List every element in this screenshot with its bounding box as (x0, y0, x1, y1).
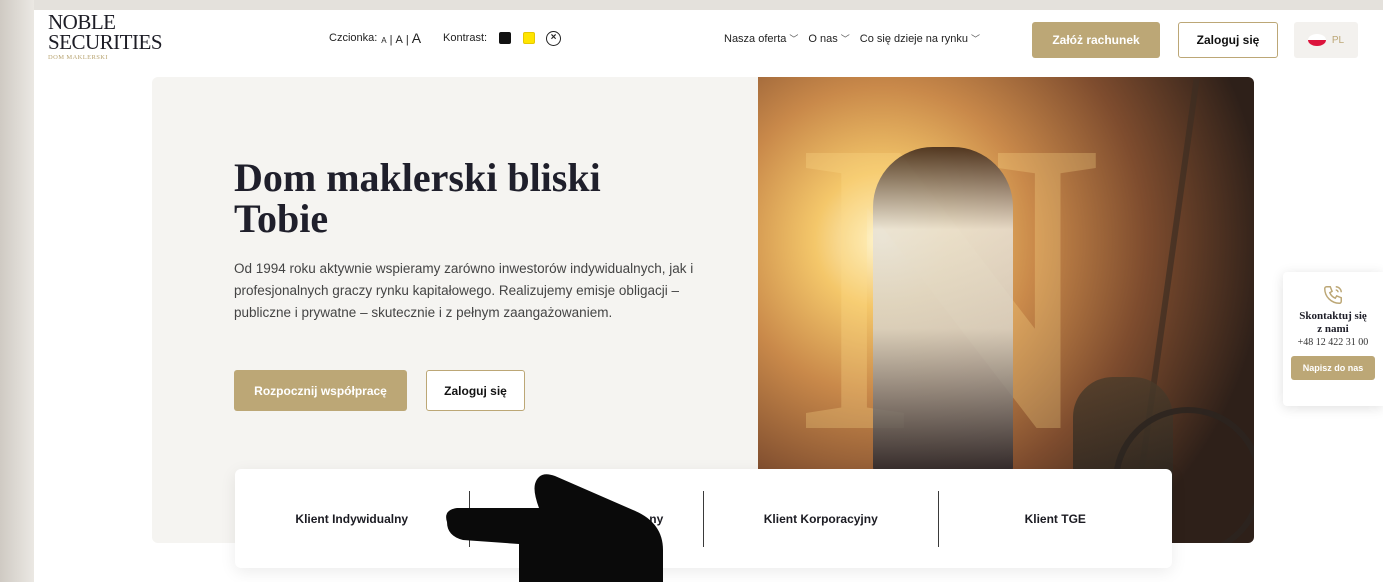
woman-figure (873, 147, 1013, 477)
contrast-black-button[interactable] (499, 32, 512, 44)
tab-corporate-client[interactable]: Klient Korporacyjny (703, 490, 938, 547)
phone-icon (1324, 286, 1342, 304)
page: NOBLE SECURITIES DOM MAKLERSKI Czcionka:… (34, 10, 1383, 582)
hero-description: Od 1994 roku aktywnie wspieramy zarówno … (234, 261, 694, 320)
contact-title-line2: z nami (1317, 323, 1349, 335)
main-nav: Nasza oferta ﹀ O nas ﹀ Co się dzieje na ry… (724, 32, 980, 45)
poland-flag-icon (1307, 34, 1326, 46)
write-to-us-button[interactable]: Napisz do nas (1291, 356, 1375, 380)
tab-tge-client[interactable]: Klient TGE (937, 490, 1173, 547)
contact-widget: Skontaktuj się z nami +48 12 422 31 00 N… (1283, 272, 1383, 406)
font-separator: | (389, 34, 393, 46)
language-label: PL (1331, 34, 1345, 46)
logo-line2: SECURITIES (48, 30, 163, 54)
nav-item-label: O nas (808, 33, 838, 45)
logo-subtitle: DOM MAKLERSKI (48, 54, 108, 61)
nav-item-label: Nasza oferta (724, 33, 787, 45)
font-separator: | (405, 34, 409, 46)
language-switcher[interactable]: PL (1294, 22, 1358, 58)
pointing-hand-cursor-icon (446, 474, 663, 582)
nav-item-offer[interactable]: Nasza oferta ﹀ (724, 32, 798, 45)
hero-title: Dom maklerski bliski Tobie (234, 155, 601, 241)
nav-item-about[interactable]: O nas ﹀ (808, 32, 849, 45)
font-small-button[interactable]: A (381, 36, 386, 45)
font-medium-button[interactable]: A (396, 34, 403, 46)
chevron-down-icon: ﹀ (840, 34, 850, 44)
client-type-tabs: Klient Indywidualny ny Klient Korporacyj… (235, 469, 1172, 568)
logo-line1: NOBLE (48, 10, 116, 34)
tab-individual-client[interactable]: Klient Indywidualny (235, 491, 469, 547)
font-size-label: Czcionka: (329, 32, 378, 44)
chevron-down-icon: ﹀ (789, 34, 799, 44)
accessibility-bar: Czcionka: A | A | A Kontrast: × (329, 30, 562, 46)
font-size-controls: A | A | A (381, 30, 421, 46)
nav-item-market[interactable]: Co się dzieje na rynku ﹀ (860, 32, 980, 45)
login-button[interactable]: Zaloguj się (1178, 22, 1278, 58)
font-large-button[interactable]: A (412, 30, 421, 46)
contrast-yellow-button[interactable] (523, 32, 536, 44)
contrast-label: Kontrast: (443, 32, 488, 44)
contrast-reset-icon[interactable]: × (546, 30, 562, 46)
contact-phone[interactable]: +48 12 422 31 00 (1283, 337, 1383, 348)
contact-title: Skontaktuj się (1299, 310, 1367, 322)
chevron-down-icon: ﹀ (971, 34, 981, 44)
start-cooperation-button[interactable]: Rozpocznij współpracę (234, 370, 407, 411)
window-edge (0, 0, 34, 582)
hero-login-button[interactable]: Zaloguj się (426, 370, 525, 411)
logo[interactable]: NOBLE SECURITIES DOM MAKLERSKI (48, 12, 188, 66)
open-account-button[interactable]: Załóż rachunek (1032, 22, 1160, 58)
nav-item-label: Co się dzieje na rynku (859, 33, 968, 45)
